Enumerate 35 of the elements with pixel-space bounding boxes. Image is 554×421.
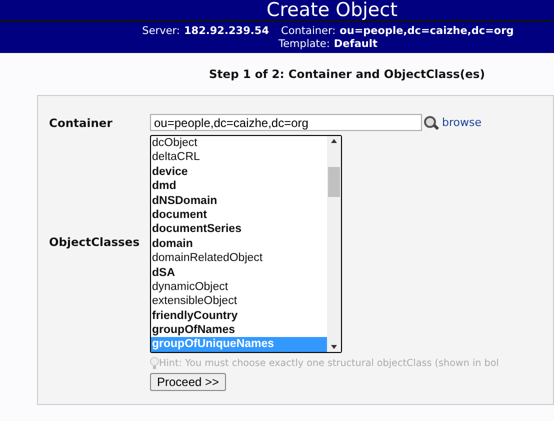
objectclass-item[interactable]: friendlyCountry — [151, 308, 327, 324]
objectclass-item[interactable]: domainRelatedObject — [151, 251, 327, 266]
objectclass-item[interactable]: document — [151, 208, 327, 222]
objectclass-item[interactable]: domain — [151, 236, 327, 252]
container-field[interactable]: ou=people,dc=caizhe,dc=org — [150, 114, 422, 131]
objectclass-item[interactable]: device — [151, 164, 327, 180]
lightbulb-icon — [150, 357, 159, 370]
objectclass-item[interactable]: dmd — [151, 179, 327, 194]
objectclass-item[interactable]: dSA — [151, 266, 327, 280]
hint-text: Hint: You must choose exactly one structural objectClass (shown in bol — [159, 358, 499, 369]
container-label: Container: — [281, 24, 336, 38]
scrollbar[interactable] — [327, 136, 341, 352]
scroll-down-icon[interactable] — [331, 345, 337, 349]
objectclass-item[interactable]: dNSDomain — [151, 194, 327, 208]
objectclass-item[interactable]: dcObject — [151, 136, 327, 150]
objectclasses-label: ObjectClasses — [49, 235, 141, 249]
server-value: 182.92.239.54 — [184, 24, 269, 38]
magnifier-icon[interactable] — [422, 114, 440, 130]
scroll-up-icon[interactable] — [331, 139, 337, 143]
objectclass-item[interactable]: dynamicObject — [151, 280, 327, 294]
objectclass-item[interactable]: groupOfNames — [151, 323, 327, 338]
objectclass-item[interactable]: documentSeries — [151, 222, 327, 237]
server-label: Server: — [142, 24, 180, 38]
proceed-button[interactable]: Proceed >> — [150, 373, 226, 391]
container-label: Container — [49, 115, 114, 130]
browse-link[interactable]: browse — [442, 116, 482, 129]
objectclass-item[interactable]: extensibleObject — [151, 294, 327, 309]
objectclass-list[interactable]: dcObject deltaCRL device dmd dNSDomain document documentSeries domain domainRelatedObject dSA dynamicObject extensibleObject friendlyCountry groupOfNames groupOfUniqueNames — [150, 135, 342, 353]
template-label: Template: — [278, 38, 330, 50]
objectclass-item[interactable]: deltaCRL — [151, 150, 327, 165]
page-title: Create Object — [266, 0, 398, 20]
template-value: Default — [334, 38, 378, 50]
container-value: ou=people,dc=caizhe,dc=org — [340, 24, 514, 38]
scrollbar-thumb[interactable] — [328, 167, 340, 197]
step-heading: Step 1 of 2: Container and ObjectClass(es) — [208, 67, 486, 81]
